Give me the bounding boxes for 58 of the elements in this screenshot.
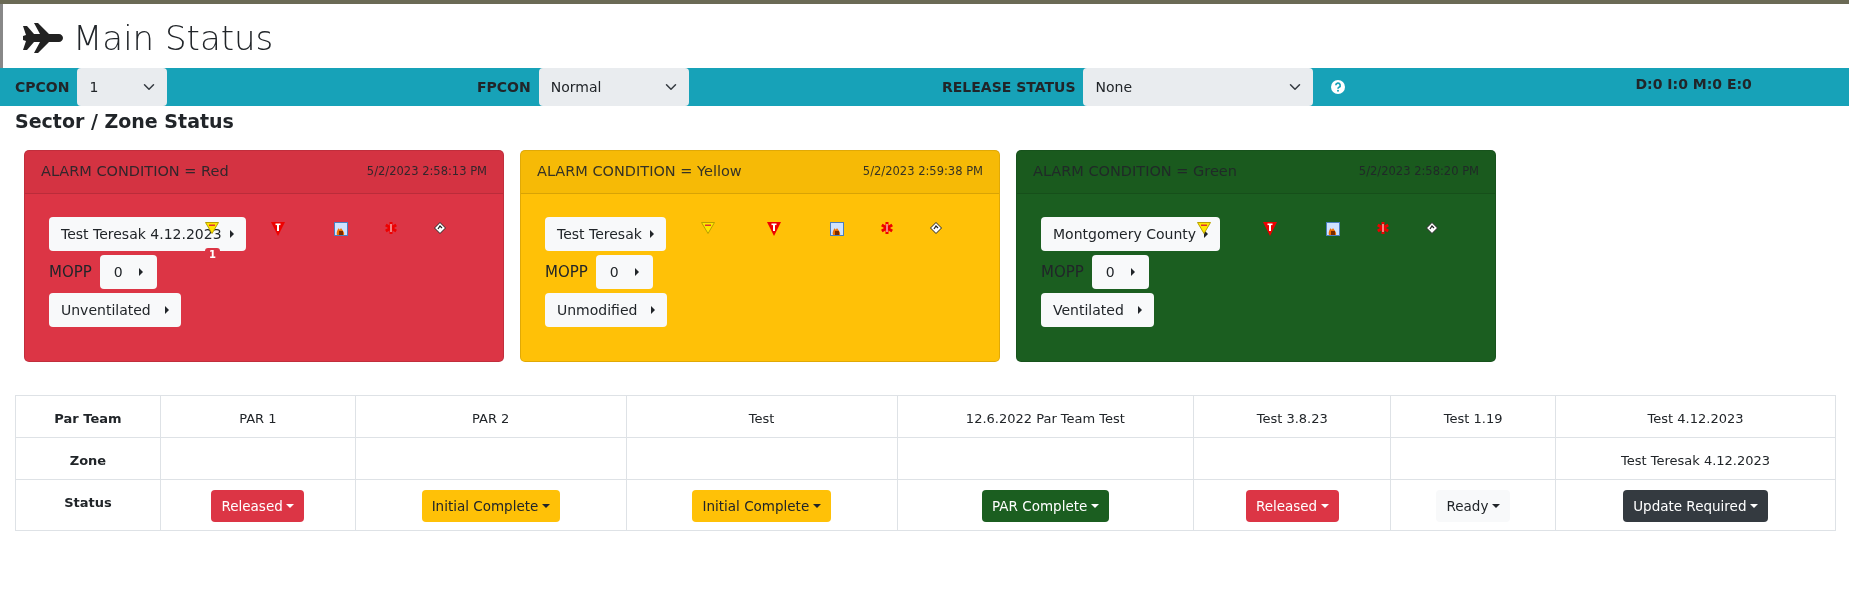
dropdown-button[interactable]: Montgomery County: [1041, 217, 1221, 251]
status-button[interactable]: Initial Complete: [692, 490, 831, 523]
medical-star-icon[interactable]: [881, 222, 893, 234]
dropdown-button[interactable]: Unventilated: [49, 293, 181, 327]
road-sign-icon[interactable]: [1426, 222, 1438, 234]
timestamp: 5/2/2023 2:58:13 PM: [366, 163, 487, 181]
field-label: FPCON: [477, 77, 531, 97]
dropdown-button[interactable]: Unmodified: [545, 293, 668, 327]
fire-icon[interactable]: [830, 222, 844, 236]
road-sign-icon[interactable]: [434, 222, 446, 234]
medical-star-icon[interactable]: [1377, 222, 1389, 234]
status-button[interactable]: PAR Complete: [982, 490, 1109, 523]
row-header: Par Team: [15, 395, 161, 438]
count-badge: 1: [205, 248, 220, 261]
status-button[interactable]: Ready: [1436, 490, 1510, 523]
field-label: CPCON: [15, 77, 70, 97]
team-name: Test: [626, 395, 897, 438]
dropdown-button[interactable]: 0: [99, 255, 157, 289]
alarm-condition: ALARM CONDITION = Yellow: [537, 162, 742, 182]
dropdown-button[interactable]: Test Teresak: [545, 217, 666, 251]
dropdown-button[interactable]: Ventilated: [1041, 293, 1154, 327]
status-button[interactable]: Initial Complete: [421, 490, 560, 523]
team-name: PAR 1: [160, 395, 356, 438]
team-name: Test 1.19: [1390, 395, 1556, 438]
dropdown-button[interactable]: Test Teresak 4.12.2023: [49, 217, 246, 251]
dropdown-field[interactable]: None: [1083, 68, 1314, 106]
dropdown-field[interactable]: 1: [77, 68, 168, 106]
section-title: Sector / Zone Status: [15, 109, 235, 134]
zone-name: Test Teresak 4.12.2023: [1555, 437, 1836, 480]
team-name: Test 3.8.23: [1193, 395, 1391, 438]
dropdown-button[interactable]: 0: [595, 255, 653, 289]
help-icon[interactable]: [1331, 80, 1346, 94]
dropdown-field[interactable]: Normal: [538, 68, 689, 106]
status-button[interactable]: Update Required: [1623, 490, 1768, 523]
hazard-sign-icon[interactable]: [1263, 222, 1277, 236]
timestamp: 5/2/2023 2:59:38 PM: [862, 163, 983, 181]
mopp-label: MOPP: [1041, 261, 1084, 283]
jet-icon: [21, 23, 63, 53]
status-counts: D:0 I:0 M:0 E:0: [1635, 75, 1752, 94]
dropdown-button[interactable]: 0: [1091, 255, 1149, 289]
fire-icon[interactable]: [334, 222, 348, 236]
field-label: RELEASE STATUS: [942, 77, 1076, 97]
team-name: Test 4.12.2023: [1555, 395, 1836, 438]
mopp-label: MOPP: [49, 261, 92, 283]
team-name: PAR 2: [355, 395, 627, 438]
fire-icon[interactable]: [1326, 222, 1340, 236]
hazard-sign-icon[interactable]: [767, 222, 781, 236]
team-name: 12.6.2022 Par Team Test: [897, 395, 1194, 438]
row-header: Zone: [15, 437, 161, 480]
status-button[interactable]: Released: [211, 490, 305, 523]
medical-star-icon[interactable]: [385, 222, 397, 234]
road-sign-icon[interactable]: [930, 222, 942, 234]
status-button[interactable]: Released: [1245, 490, 1339, 523]
row-header: Status: [15, 479, 161, 531]
hazard-sign-icon[interactable]: [271, 222, 285, 236]
page-title: Main Status: [73, 21, 274, 55]
mopp-label: MOPP: [545, 261, 588, 283]
alarm-condition: ALARM CONDITION = Red: [41, 162, 229, 182]
